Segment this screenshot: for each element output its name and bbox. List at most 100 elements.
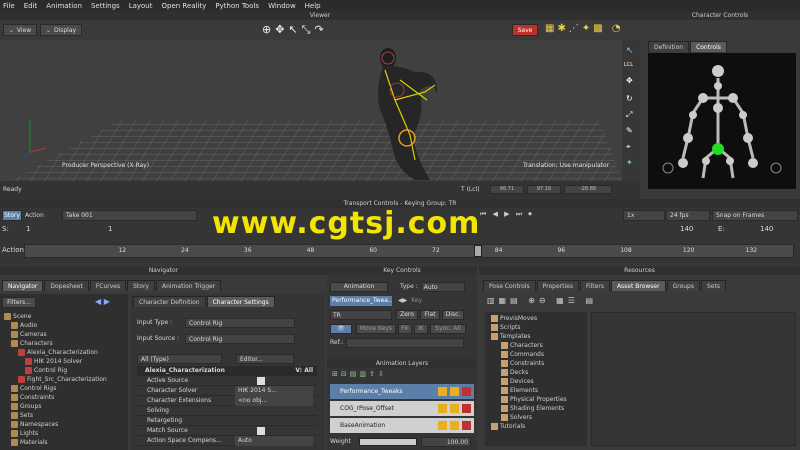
current-frame-field[interactable]: 1 bbox=[108, 225, 112, 233]
tab-filters[interactable]: Filters bbox=[579, 280, 610, 291]
viewer-tool-icons[interactable]: ▦✱⋰✦▩ ◔ bbox=[545, 23, 637, 37]
snap-dropdown[interactable]: Snap on Frames bbox=[712, 210, 798, 221]
resource-tree-item[interactable]: Elements bbox=[487, 386, 587, 395]
nav-tree-item[interactable]: HIK 2014 Solver bbox=[4, 357, 126, 366]
nav-tree-item[interactable]: Control Rig bbox=[4, 366, 126, 375]
weight-slider[interactable] bbox=[358, 438, 417, 446]
filters-button[interactable]: Filters... bbox=[2, 297, 36, 308]
speed-dropdown[interactable]: 1x bbox=[623, 210, 665, 221]
nav-tree-item[interactable]: Alexia_Characterization bbox=[4, 348, 126, 357]
nav-arrows[interactable]: ◀ ▶ bbox=[95, 297, 110, 306]
property-value[interactable]: <no obj... bbox=[235, 395, 313, 406]
menu-item[interactable]: Open Reality bbox=[161, 2, 206, 10]
nav-tree-item[interactable]: Fight_Src_Characterization bbox=[4, 375, 126, 384]
property-row[interactable]: Active Source bbox=[137, 376, 317, 386]
flat-button[interactable]: Flat bbox=[420, 310, 440, 320]
resource-tree-item[interactable]: Characters bbox=[487, 341, 587, 350]
resource-tree-item[interactable]: Constraints bbox=[487, 359, 587, 368]
input-type-dropdown[interactable]: Control Rig bbox=[185, 318, 295, 328]
type-dropdown[interactable]: Auto bbox=[420, 282, 465, 292]
animation-layer[interactable]: BaseAnimation bbox=[330, 418, 474, 433]
solo-icon[interactable] bbox=[462, 421, 471, 430]
lock-icon[interactable] bbox=[438, 404, 447, 413]
rotate-tool-icon[interactable]: ↻ bbox=[626, 94, 633, 103]
tab-character-settings[interactable]: Character Settings bbox=[206, 296, 275, 307]
character-tool-icon[interactable]: ✦ bbox=[626, 158, 633, 167]
tab-definition[interactable]: Definition bbox=[648, 41, 690, 52]
menu-item[interactable]: Edit bbox=[24, 2, 38, 10]
key-nav-icons[interactable]: ◀▶ bbox=[398, 296, 407, 306]
all-type-dropdown[interactable]: All (Type) bbox=[137, 354, 222, 364]
property-row[interactable]: Solving bbox=[137, 406, 317, 416]
property-row[interactable]: Character Extensions <no obj... bbox=[137, 395, 317, 406]
scale-tool-icon[interactable]: ⤢ bbox=[626, 110, 632, 120]
nav-tree-item[interactable]: Lights bbox=[4, 429, 126, 438]
menu-item[interactable]: Animation bbox=[46, 2, 82, 10]
tab-character-definition[interactable]: Character Definition bbox=[133, 296, 206, 307]
nav-tree-item[interactable]: Scene bbox=[4, 312, 126, 321]
nav-tree-item[interactable]: Characters bbox=[4, 339, 126, 348]
tab-story[interactable]: Story bbox=[127, 280, 155, 291]
resource-tree-item[interactable]: Templates bbox=[487, 332, 587, 341]
timeline-playhead[interactable] bbox=[474, 245, 483, 257]
start-field[interactable]: 1 bbox=[26, 225, 30, 233]
sync-button[interactable]: Sync. All bbox=[430, 324, 466, 334]
animation-layer[interactable]: COG_rPose_Offset bbox=[330, 401, 474, 416]
tab-asset-browser[interactable]: Asset Browser bbox=[610, 280, 666, 291]
lcl-tool-icon[interactable]: LCL bbox=[624, 62, 633, 68]
property-row[interactable]: Character Solver HIK 2014 S... bbox=[137, 385, 317, 396]
mute-icon[interactable] bbox=[450, 421, 459, 430]
ref-field[interactable] bbox=[346, 338, 465, 348]
tab-navigator[interactable]: Navigator bbox=[2, 280, 44, 291]
property-value[interactable]: HIK 2014 S... bbox=[235, 385, 313, 396]
menu-item[interactable]: Window bbox=[268, 2, 296, 10]
nav-tree-item[interactable]: Cameras bbox=[4, 330, 126, 339]
property-row[interactable]: Retargeting bbox=[137, 416, 317, 426]
property-row[interactable]: Action Space Compens... Auto bbox=[137, 435, 317, 446]
nav-tree-item[interactable]: Namespaces bbox=[4, 420, 126, 429]
end-field-2[interactable]: 140 bbox=[760, 225, 773, 233]
lock-icon[interactable] bbox=[438, 387, 447, 396]
property-checkbox[interactable] bbox=[257, 376, 265, 385]
save-button[interactable]: Save bbox=[512, 24, 538, 36]
property-row[interactable]: Match Source bbox=[137, 426, 317, 436]
display-button[interactable]: ⌄ Display bbox=[40, 24, 82, 36]
solo-icon[interactable] bbox=[462, 404, 471, 413]
menu-item[interactable]: File bbox=[3, 2, 15, 10]
ik-button[interactable]: IK bbox=[414, 324, 428, 334]
coord-x-field[interactable]: 86.71 bbox=[490, 185, 524, 194]
resource-tree-item[interactable]: Tutorials bbox=[487, 422, 587, 431]
menu-item[interactable]: Help bbox=[305, 2, 321, 10]
resource-tree-item[interactable]: Solvers bbox=[487, 413, 587, 422]
solo-icon[interactable] bbox=[462, 387, 471, 396]
property-checkbox[interactable] bbox=[257, 426, 265, 435]
resource-tree-item[interactable]: PrevisMoves bbox=[487, 314, 587, 323]
tab-controls[interactable]: Controls bbox=[690, 41, 727, 52]
ghost-button[interactable]: 👁 bbox=[330, 324, 352, 334]
tab-pose-controls[interactable]: Pose Controls bbox=[483, 280, 536, 291]
menu-item[interactable]: Python Tools bbox=[215, 2, 259, 10]
resource-tree-item[interactable]: Devices bbox=[487, 377, 587, 386]
story-button[interactable]: Story bbox=[2, 210, 22, 221]
viewport[interactable]: Producer Perspective (X-Ray) Translation… bbox=[0, 40, 622, 181]
zero-button[interactable]: Zero bbox=[396, 310, 418, 320]
nav-tree-item[interactable]: Control Rigs bbox=[4, 384, 126, 393]
translate-tool-icon[interactable]: ✥ bbox=[626, 76, 633, 85]
nav-tree-item[interactable]: Audio bbox=[4, 321, 126, 330]
manipulator-icons[interactable]: ⊕✥↖⤡↷ bbox=[262, 23, 358, 37]
nav-tree-item[interactable]: Sets bbox=[4, 411, 126, 420]
end-field[interactable]: 140 bbox=[680, 225, 693, 233]
view-button[interactable]: ⌄ View bbox=[3, 24, 37, 36]
nav-tree-item[interactable]: Groups bbox=[4, 402, 126, 411]
tab-groups[interactable]: Groups bbox=[666, 280, 700, 291]
move-keys-button[interactable]: Move Keys bbox=[356, 324, 396, 334]
layer-dropdown[interactable]: Performance_Twea... bbox=[330, 296, 392, 306]
fps-dropdown[interactable]: 24 fps bbox=[666, 210, 710, 221]
resource-tree-item[interactable]: Commands bbox=[487, 350, 587, 359]
mute-icon[interactable] bbox=[450, 387, 459, 396]
action-button[interactable]: Action bbox=[25, 212, 44, 219]
pin-tool-icon[interactable]: ✎ bbox=[626, 126, 633, 135]
resource-tree-item[interactable]: Decks bbox=[487, 368, 587, 377]
menu-item[interactable]: Settings bbox=[91, 2, 120, 10]
nav-tree-item[interactable]: Materials bbox=[4, 438, 126, 447]
